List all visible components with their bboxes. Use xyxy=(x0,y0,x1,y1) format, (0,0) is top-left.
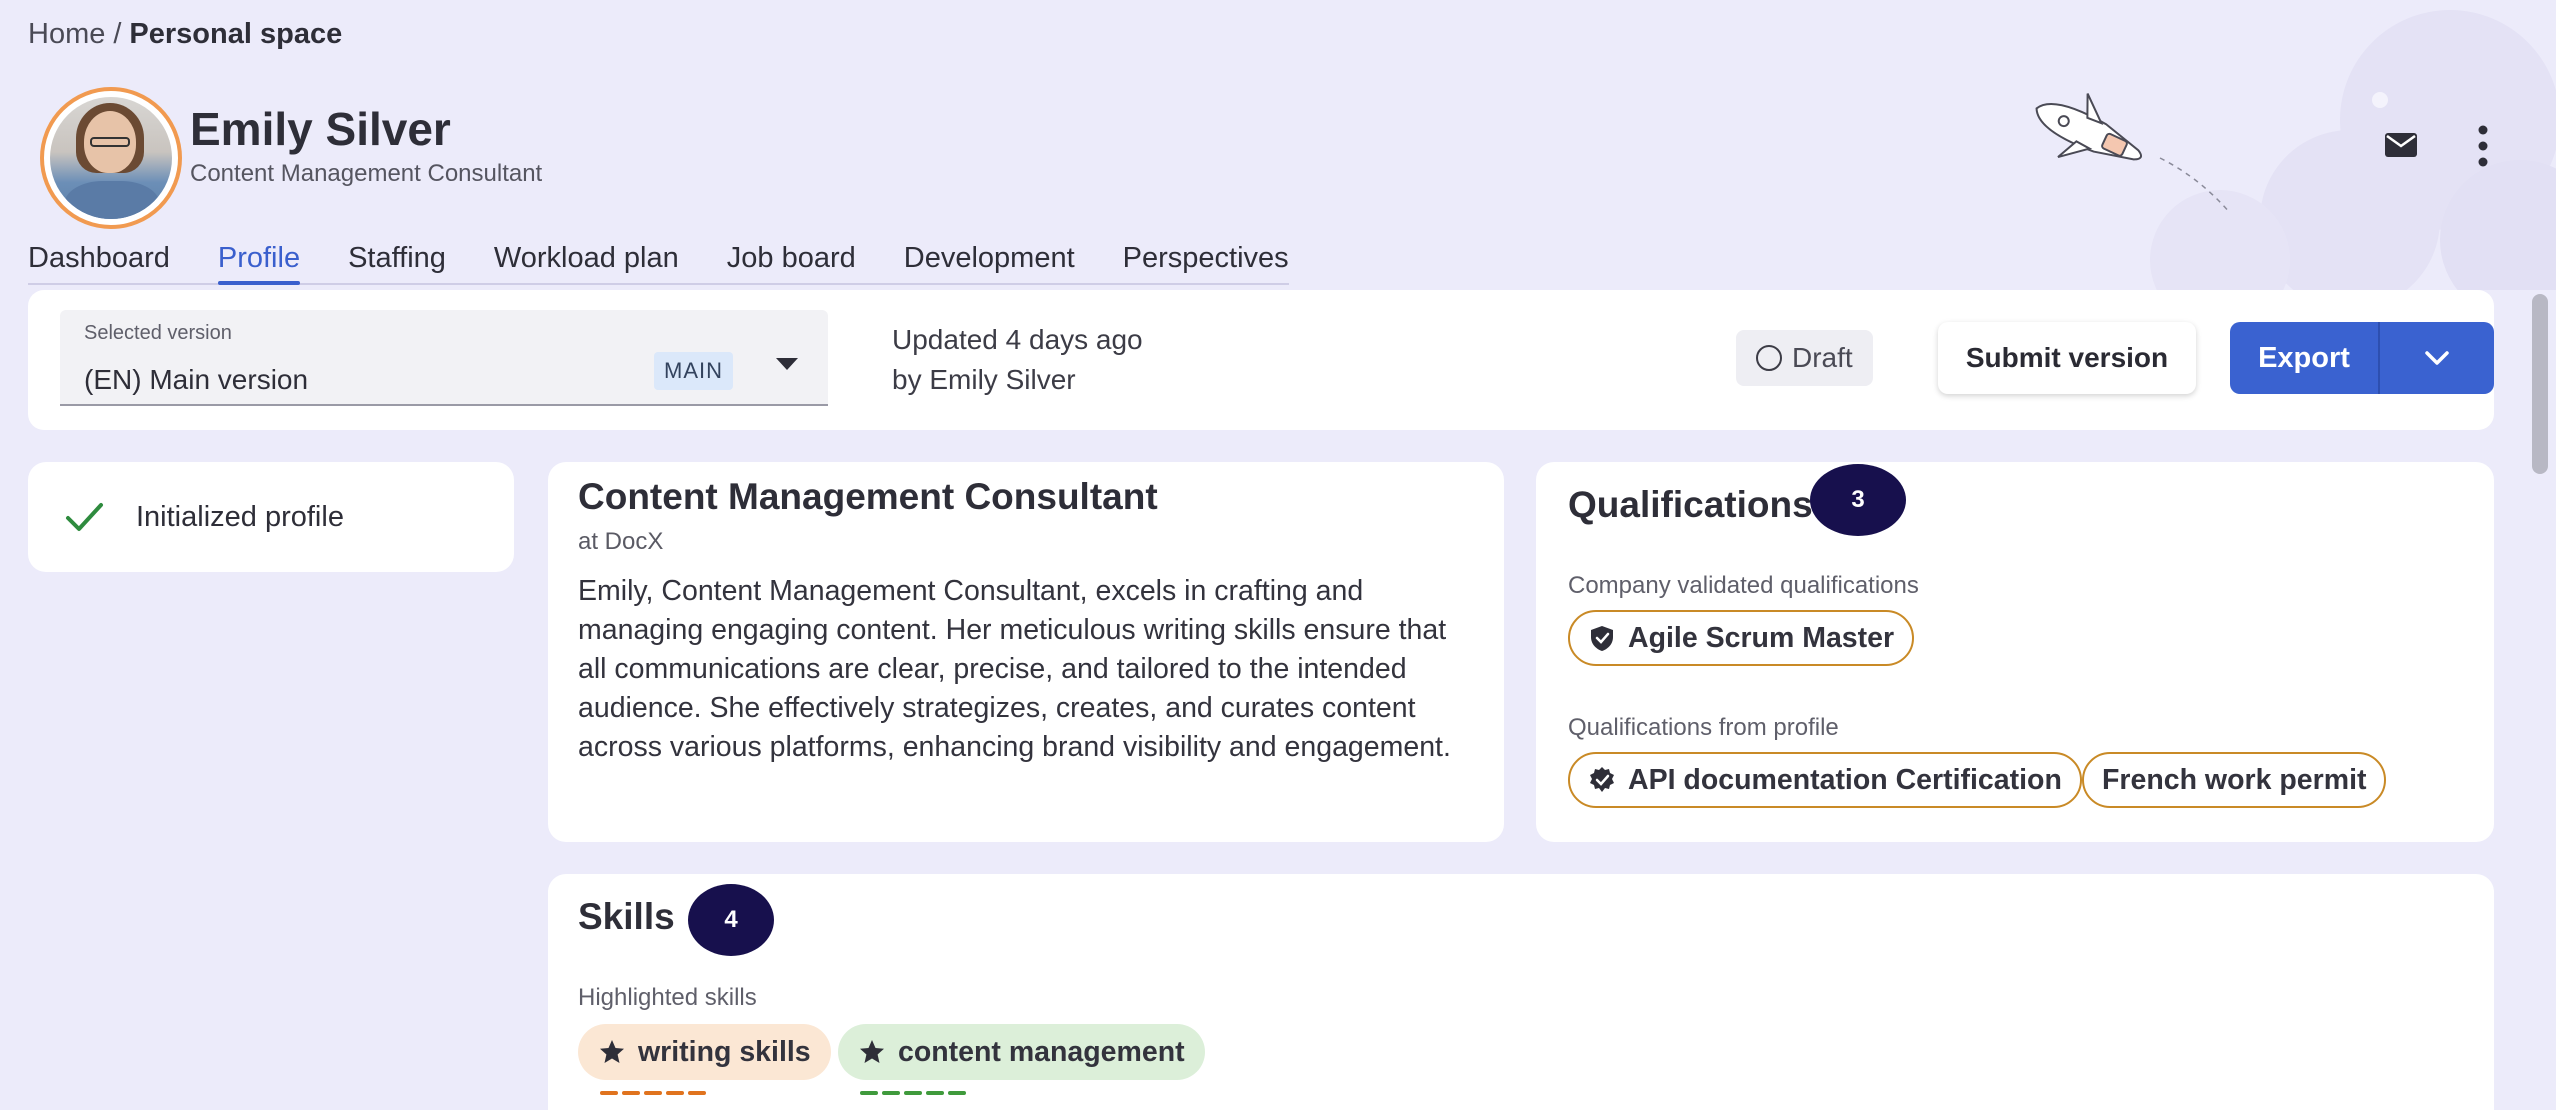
export-button-group: Export xyxy=(2230,322,2494,394)
export-dropdown-button[interactable] xyxy=(2380,322,2494,394)
submit-version-button[interactable]: Submit version xyxy=(1938,322,2196,394)
tab-perspectives[interactable]: Perspectives xyxy=(1123,242,1289,279)
breadcrumb-home[interactable]: Home xyxy=(28,18,105,50)
skill-chip[interactable]: writing skills xyxy=(578,1024,831,1095)
updated-by: by Emily Silver xyxy=(892,364,1076,395)
skill-level-indicator xyxy=(860,1070,970,1095)
profile-role: Content Management Consultant xyxy=(190,160,543,187)
chevron-down-icon xyxy=(2425,351,2449,365)
skills-title: Skills xyxy=(578,896,675,937)
skills-count-badge: 4 xyxy=(688,884,774,956)
skill-label: content management xyxy=(898,1035,1185,1068)
tab-dashboard[interactable]: Dashboard xyxy=(28,242,170,279)
version-select-value: (EN) Main version xyxy=(84,364,309,395)
highlighted-skills-label: Highlighted skills xyxy=(578,984,757,1011)
qualification-chip[interactable]: Agile Scrum Master xyxy=(1568,610,1915,666)
qualifications-count-badge: 3 xyxy=(1810,464,1906,536)
summary-card[interactable]: Content Management Consultant at DocX Em… xyxy=(548,462,1504,842)
profile-status-text: Initialized profile xyxy=(136,500,344,533)
nav-tabs: Dashboard Profile Staffing Workload plan… xyxy=(28,242,1289,285)
mail-icon[interactable] xyxy=(2384,132,2418,158)
version-select[interactable]: Selected version (EN) Main version MAIN xyxy=(60,310,828,406)
updated-time: Updated 4 days ago xyxy=(892,324,1143,355)
summary-company: at DocX xyxy=(578,528,664,555)
profile-name: Emily Silver xyxy=(190,103,451,155)
verified-shield-icon xyxy=(1591,626,1613,651)
qualification-chip[interactable]: API documentation Certification xyxy=(1568,752,2082,808)
qualifications-card[interactable]: Qualifications 3 Company validated quali… xyxy=(1536,462,2494,842)
summary-body: Emily, Content Management Consultant, ex… xyxy=(578,575,1451,763)
profile-qualifications-label: Qualifications from profile xyxy=(1568,714,1839,741)
qualification-label: API documentation Certification xyxy=(1628,763,2062,796)
summary-title: Content Management Consultant xyxy=(578,476,1158,517)
qualification-label: Agile Scrum Master xyxy=(1628,621,1895,654)
star-icon xyxy=(860,1040,884,1063)
breadcrumb-current: Personal space xyxy=(129,18,343,50)
tab-staffing[interactable]: Staffing xyxy=(348,242,446,279)
more-vertical-icon[interactable] xyxy=(2470,124,2496,168)
rocket-illustration xyxy=(2035,93,2231,214)
profile-status-card: Initialized profile xyxy=(28,462,514,572)
breadcrumb-separator: / xyxy=(113,18,122,50)
breadcrumb: Home / Personal space xyxy=(28,18,342,51)
export-button[interactable]: Export xyxy=(2230,322,2380,394)
draft-status-label: Draft xyxy=(1792,342,1853,373)
skill-label: writing skills xyxy=(638,1035,811,1068)
version-updated-info: Updated 4 days ago by Emily Silver xyxy=(892,320,1143,400)
verified-badge-icon xyxy=(1590,767,1614,792)
skill-chip[interactable]: content management xyxy=(838,1024,1205,1095)
qualification-label: French work permit xyxy=(2102,763,2367,796)
page-scrollbar[interactable] xyxy=(2532,294,2548,474)
tab-job-board[interactable]: Job board xyxy=(727,242,856,279)
draft-circle-icon xyxy=(1756,345,1782,371)
version-main-badge: MAIN xyxy=(654,352,733,390)
qualification-chip[interactable]: French work permit xyxy=(2082,752,2387,808)
tab-workload-plan[interactable]: Workload plan xyxy=(494,242,679,279)
validated-qualifications-label: Company validated qualifications xyxy=(1568,572,1919,599)
qualifications-title: Qualifications xyxy=(1568,484,1813,525)
avatar[interactable] xyxy=(40,87,182,229)
draft-status-badge: Draft xyxy=(1736,330,1873,386)
tab-profile[interactable]: Profile xyxy=(217,242,301,285)
skill-level-indicator xyxy=(600,1070,710,1095)
chevron-down-icon[interactable] xyxy=(776,358,798,370)
star-icon xyxy=(600,1040,624,1063)
skills-card[interactable]: Skills 4 Highlighted skills writing skil… xyxy=(548,874,2494,1110)
check-icon xyxy=(66,503,103,531)
tab-development[interactable]: Development xyxy=(904,242,1075,279)
version-select-label: Selected version xyxy=(84,322,232,344)
